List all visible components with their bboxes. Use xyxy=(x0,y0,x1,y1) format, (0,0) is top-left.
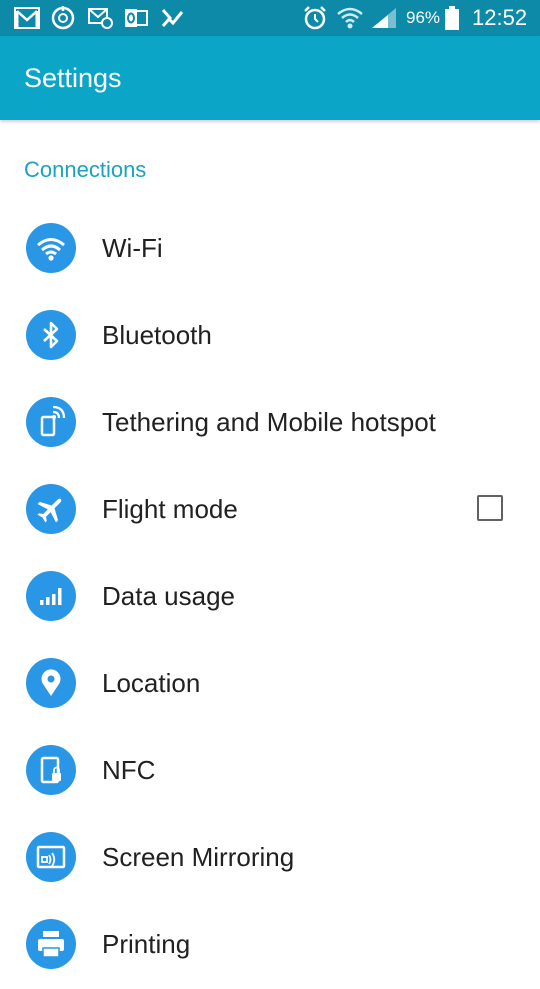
section-header-connections: Connections xyxy=(24,157,147,182)
clock: 12:52 xyxy=(472,5,528,30)
settings-item-label: NFC xyxy=(102,755,156,785)
wifi-icon xyxy=(26,223,76,273)
screen-mirroring-icon xyxy=(26,832,76,882)
location-pin-icon xyxy=(26,658,76,708)
email-icon xyxy=(88,8,113,29)
settings-item-data-usage[interactable]: Data usage xyxy=(0,552,540,639)
nfc-icon xyxy=(26,745,76,795)
settings-item-printing[interactable]: Printing xyxy=(0,900,540,987)
outlook-icon xyxy=(125,9,148,27)
page-title: Settings xyxy=(24,63,122,93)
status-bar: 96% 12:52 xyxy=(0,0,540,36)
tasks-icon xyxy=(161,9,184,27)
bluetooth-icon xyxy=(26,310,76,360)
settings-item-screen-mirroring[interactable]: Screen Mirroring xyxy=(0,813,540,900)
settings-item-label: Data usage xyxy=(102,581,235,611)
sync-icon xyxy=(51,6,75,30)
settings-item-label: Printing xyxy=(102,929,191,959)
airplane-icon xyxy=(26,484,76,534)
settings-item-label: Wi-Fi xyxy=(102,233,163,263)
settings-item-bluetooth[interactable]: Bluetooth xyxy=(0,291,540,378)
settings-item-flight-mode[interactable]: Flight mode xyxy=(0,465,540,552)
signal-icon xyxy=(372,8,396,28)
hotspot-icon xyxy=(26,397,76,447)
battery-percent: 96% xyxy=(406,8,441,27)
settings-item-label: Screen Mirroring xyxy=(102,842,295,872)
printer-icon xyxy=(26,919,76,969)
data-usage-icon xyxy=(26,571,76,621)
settings-item-nfc[interactable]: NFC xyxy=(0,726,540,813)
settings-item-tethering[interactable]: Tethering and Mobile hotspot xyxy=(0,378,540,465)
flight-mode-checkbox[interactable] xyxy=(477,495,503,521)
settings-item-label: Bluetooth xyxy=(102,320,212,350)
app-bar: Settings xyxy=(0,36,540,120)
alarm-icon xyxy=(304,6,326,30)
settings-item-wifi[interactable]: Wi-Fi xyxy=(0,204,540,291)
wifi-icon xyxy=(337,7,363,29)
gmail-icon xyxy=(14,7,40,29)
settings-item-label: Location xyxy=(102,668,201,698)
settings-list: Wi-Fi Bluetooth Tethering and Mobile hot… xyxy=(0,204,540,987)
settings-item-label: Tethering and Mobile hotspot xyxy=(102,407,436,437)
settings-item-location[interactable]: Location xyxy=(0,639,540,726)
battery-icon xyxy=(445,6,459,30)
settings-item-label: Flight mode xyxy=(102,494,238,524)
